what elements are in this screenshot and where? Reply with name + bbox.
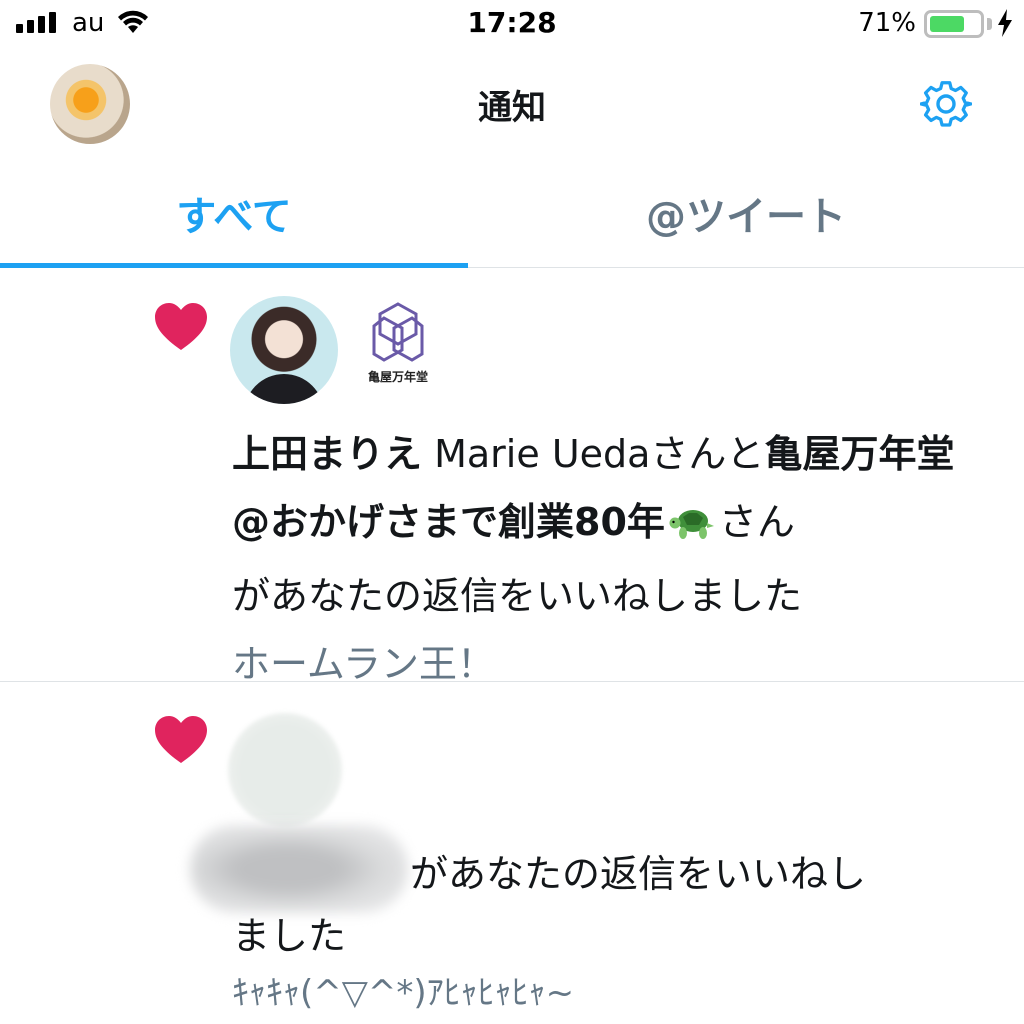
tab-mentions[interactable]: @ツイート: [468, 160, 1024, 266]
tweet-snippet[interactable]: ｷｬｷｬ(^▽^*)ｱﾋｬﾋｬﾋｬ~: [232, 965, 574, 1014]
marie-ueda-avatar[interactable]: [230, 296, 338, 404]
notification-text: 上田まりえ Marie Uedaさんと亀屋万年堂@おかげさまで創業80年 さん が…: [232, 420, 972, 698]
user-name-latin[interactable]: Marie Ueda: [434, 432, 650, 476]
charging-bolt-icon: [996, 8, 1014, 42]
battery-icon: [924, 10, 984, 38]
turtle-icon: [669, 494, 715, 562]
gear-icon[interactable]: [919, 78, 973, 134]
connector-text: さんと: [650, 432, 765, 476]
tweet-snippet[interactable]: ホームラン王！: [232, 642, 495, 686]
blurred-user-name[interactable]: [190, 825, 408, 913]
kameya-logo-text: 亀屋万年堂: [367, 370, 428, 384]
san-text: さん: [718, 500, 795, 544]
action-text: があなたの返信をいいねし: [410, 852, 867, 896]
blurred-avatar[interactable]: [228, 713, 342, 827]
kameya-logo-icon: [372, 302, 424, 362]
battery-percent: 71%: [858, 8, 916, 38]
heart-icon: [154, 302, 208, 356]
notification-tabs: すべて @ツイート: [0, 160, 1024, 268]
tab-all[interactable]: すべて: [0, 160, 468, 266]
nav-bar: 通知: [0, 50, 1024, 160]
action-text-continued: ました: [232, 914, 347, 958]
notification-item[interactable]: 亀屋万年堂 上田まりえ Marie Uedaさんと亀屋万年堂@おかげさまで創業8…: [0, 268, 1024, 686]
status-bar: au 17:28 71%: [0, 0, 1024, 50]
battery-tip: [987, 18, 992, 30]
user-name[interactable]: 上田まりえ: [232, 432, 422, 476]
action-text: があなたの返信をいいねしました: [232, 574, 803, 618]
heart-icon: [154, 715, 208, 769]
battery-level: [930, 16, 964, 32]
kameya-mannendo-avatar[interactable]: 亀屋万年堂: [344, 296, 452, 404]
page-title: 通知: [478, 88, 546, 128]
notification-item[interactable]: があなたの返信をいいねし ました ｷｬｷｬ(^▽^*)ｱﾋｬﾋｬﾋｬ~: [0, 683, 1024, 1024]
